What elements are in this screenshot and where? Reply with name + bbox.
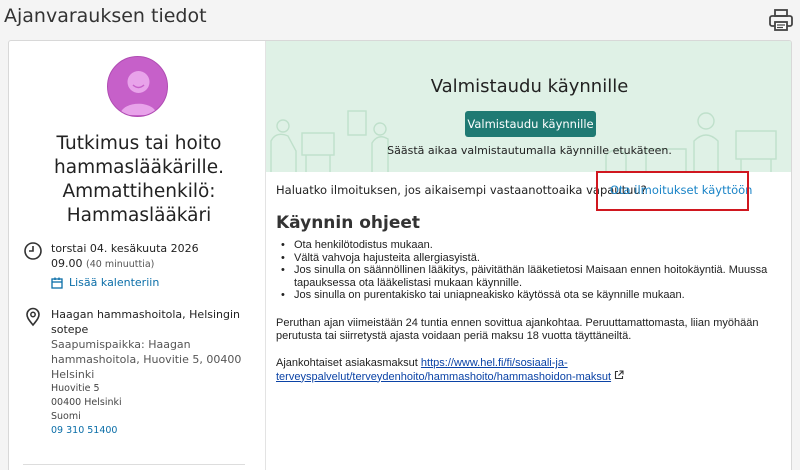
appointment-details: Valmistaudu käynnille Valmistaudu käynni… (266, 41, 791, 470)
postal-address: 00400 Helsinki (51, 397, 122, 408)
professional-title: Tutkimus tai hoito hammaslääkärille. Amm… (54, 133, 224, 226)
highlight-box (596, 171, 749, 211)
add-to-calendar-label[interactable]: Lisää kalenteriin (69, 275, 159, 290)
location-pin-icon (26, 307, 40, 327)
instructions-list: Ota henkilötodistus mukaan. Vältä vahvoj… (276, 239, 786, 302)
clinic-name: Haagan hammashoitola, Helsingin sotepe (51, 308, 241, 336)
prepare-banner: Valmistaudu käynnille Valmistaudu käynni… (266, 41, 791, 172)
calendar-icon (51, 277, 63, 289)
instructions-title: Käynnin ohjeet (276, 213, 421, 233)
street-address: Huovitie 5 (51, 383, 100, 394)
phone-link[interactable]: 09 310 51400 (51, 424, 261, 438)
fees-paragraph: Ajankohtaiset asiakasmaksut https://www.… (276, 357, 786, 383)
print-button[interactable] (768, 8, 794, 32)
notification-question: Haluatko ilmoituksen, jos aikaisempi vas… (276, 183, 647, 197)
printer-icon (769, 9, 793, 31)
list-item: Jos sinulla on säännöllinen lääkitys, pä… (276, 264, 786, 289)
add-to-calendar-link[interactable]: Lisää kalenteriin (51, 275, 261, 290)
banner-title: Valmistaudu käynnille (430, 76, 629, 97)
appointment-card: Tutkimus tai hoito hammaslääkärille. Amm… (8, 40, 792, 470)
appointment-time-value: 09.00 (51, 257, 83, 270)
list-item: Vältä vahvoja hajusteita allergiasyistä. (276, 252, 786, 265)
divider (23, 464, 245, 465)
appointment-summary: Tutkimus tai hoito hammaslääkärille. Amm… (9, 41, 266, 470)
appointment-date: torstai 04. kesäkuuta 2026 (51, 242, 199, 255)
country: Suomi (51, 411, 81, 422)
person-avatar-icon (107, 56, 168, 117)
visit-place: Saapumispaikka: Haagan hammashoitola, Hu… (51, 338, 242, 381)
list-item: Jos sinulla on purentakisko tai uniapnea… (276, 289, 786, 302)
appointment-duration: (40 minuuttia) (86, 259, 155, 270)
prepare-visit-button[interactable]: Valmistaudu käynnille (465, 111, 596, 137)
banner-subtitle: Säästä aikaa valmistautumalla käynnille … (387, 144, 672, 157)
page-title: Ajanvarauksen tiedot (4, 5, 207, 27)
list-item: Ota henkilötodistus mukaan. (276, 239, 786, 252)
cancellation-note: Peruthan ajan viimeistään 24 tuntia enne… (276, 317, 759, 342)
fees-label: Ajankohtaiset asiakasmaksut (276, 357, 418, 369)
external-link-icon (615, 369, 624, 379)
clock-icon (24, 242, 42, 260)
